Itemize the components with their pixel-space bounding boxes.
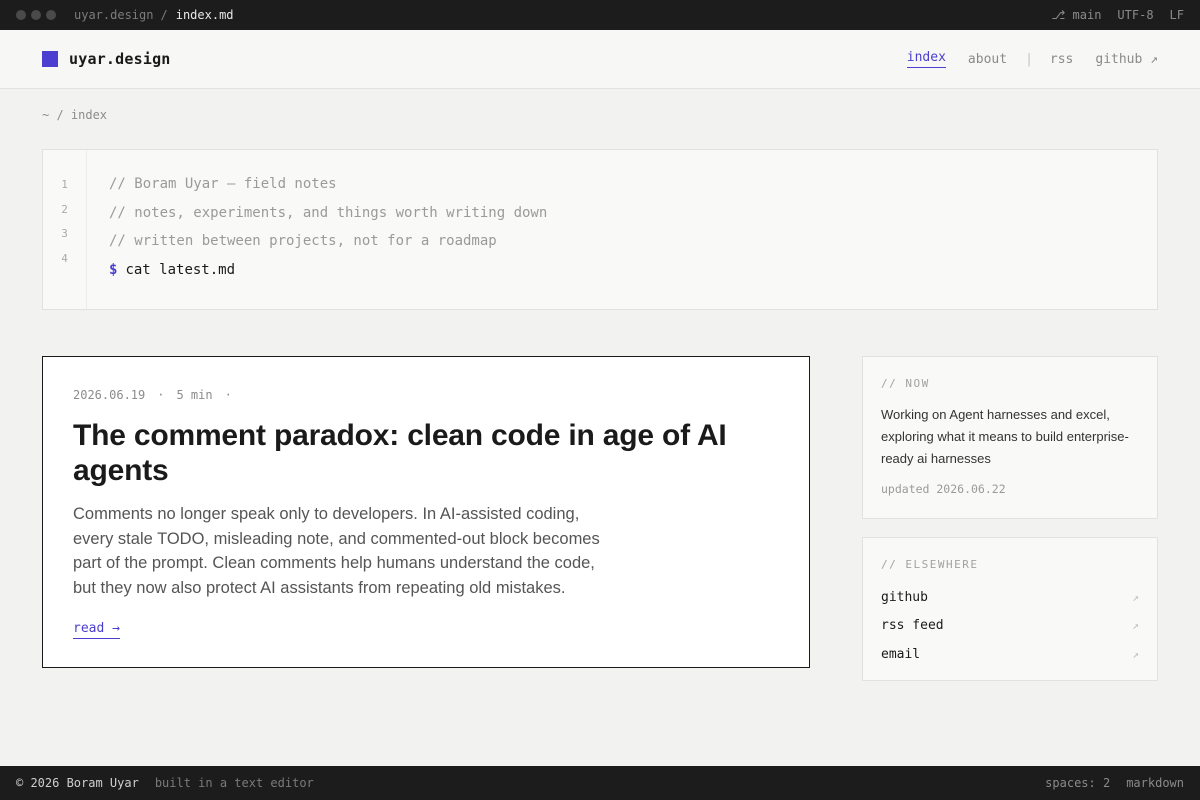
nav-link-rss[interactable]: rss bbox=[1050, 52, 1073, 67]
shell-command: cat latest.md bbox=[125, 262, 236, 279]
footer-built-note: built in a text editor bbox=[154, 776, 314, 790]
code-comment-line: // notes, experiments, and things worth … bbox=[109, 204, 548, 221]
elsewhere-link-github[interactable]: github ↗ bbox=[881, 583, 1139, 612]
line-number-gutter: 1 2 3 4 bbox=[43, 150, 87, 309]
code-comment-line: // Boram Uyar — field notes bbox=[109, 176, 337, 192]
now-panel-label: // NOW bbox=[881, 377, 930, 390]
now-panel: // NOW Working on Agent harnesses and ex… bbox=[862, 356, 1158, 519]
status-bar: © 2026 Boram Uyar built in a text editor… bbox=[0, 766, 1200, 800]
nav-divider: | bbox=[1025, 51, 1033, 67]
window-controls bbox=[16, 10, 56, 20]
breadcrumb: ~ / index bbox=[42, 108, 108, 122]
article-meta: 2026.06.19 · 5 min · bbox=[73, 388, 779, 402]
link-label: github bbox=[881, 589, 928, 605]
line-ending-indicator: LF bbox=[1169, 8, 1184, 22]
nav-link-about[interactable]: about bbox=[968, 52, 1007, 67]
window-close-dot[interactable] bbox=[16, 10, 26, 20]
article-excerpt: Comments no longer speak only to develop… bbox=[73, 505, 600, 597]
code-comment-line: // written between projects, not for a r… bbox=[109, 233, 497, 250]
encoding-indicator: UTF-8 bbox=[1117, 8, 1154, 22]
status-bar-right: spaces: 2 markdown bbox=[1045, 776, 1184, 790]
code-command-line: $ cat latest.md bbox=[109, 262, 547, 291]
window-minimize-dot[interactable] bbox=[31, 10, 41, 20]
line-number: 4 bbox=[61, 251, 68, 265]
article-title[interactable]: The comment paradox: clean code in age o… bbox=[73, 418, 733, 488]
logo-square-icon bbox=[42, 51, 58, 67]
intro-code-block: 1 2 3 4 // Boram Uyar — field notes // n… bbox=[42, 149, 1158, 310]
code-lines: // Boram Uyar — field notes // notes, ex… bbox=[87, 150, 547, 309]
article-date: 2026.06.19 bbox=[73, 388, 146, 402]
link-label: email bbox=[881, 646, 921, 662]
link-label: rss feed bbox=[881, 618, 944, 634]
read-more-link[interactable]: read → bbox=[73, 621, 120, 640]
site-logo-text[interactable]: uyar.design bbox=[69, 50, 171, 68]
meta-separator: · bbox=[224, 388, 232, 402]
nav-link-github[interactable]: github ↗ bbox=[1095, 52, 1158, 67]
titlebar-filename: index.md bbox=[175, 8, 234, 22]
line-number: 3 bbox=[61, 227, 68, 241]
branch-indicator: ⎇ main bbox=[1051, 8, 1101, 22]
article-read-time: 5 min bbox=[176, 388, 213, 402]
article-card[interactable]: 2026.06.19 · 5 min · The comment paradox… bbox=[42, 356, 810, 668]
titlebar-path: uyar.design bbox=[74, 8, 154, 22]
elsewhere-panel-label: // ELSEWHERE bbox=[881, 558, 979, 571]
footer-copyright: © 2026 Boram Uyar bbox=[16, 776, 139, 790]
titlebar-separator: / bbox=[160, 8, 168, 22]
elsewhere-panel: // ELSEWHERE github ↗ rss feed ↗ email ↗ bbox=[862, 537, 1158, 681]
now-panel-updated: updated 2026.06.22 bbox=[881, 482, 1006, 496]
nav-link-index[interactable]: index bbox=[906, 50, 946, 68]
indentation-indicator[interactable]: spaces: 2 bbox=[1045, 776, 1110, 790]
external-arrow-icon: ↗ bbox=[1132, 590, 1139, 604]
elsewhere-link-email[interactable]: email ↗ bbox=[881, 640, 1139, 669]
main-nav: index about | rss github ↗ bbox=[906, 50, 1158, 68]
external-arrow-icon: ↗ bbox=[1132, 619, 1139, 633]
site-header: uyar.design index about | rss github ↗ bbox=[0, 30, 1200, 89]
shell-prompt-symbol: $ bbox=[109, 262, 118, 279]
branch-name: main bbox=[1072, 8, 1102, 22]
language-mode-indicator[interactable]: markdown bbox=[1126, 776, 1184, 790]
branch-icon: ⎇ bbox=[1051, 8, 1066, 22]
meta-separator: · bbox=[157, 388, 165, 402]
titlebar-status: ⎇ main UTF-8 LF bbox=[1051, 8, 1184, 22]
elsewhere-link-rss[interactable]: rss feed ↗ bbox=[881, 612, 1139, 641]
elsewhere-links: github ↗ rss feed ↗ email ↗ bbox=[881, 583, 1139, 669]
now-panel-text: Working on Agent harnesses and excel, ex… bbox=[881, 407, 1129, 466]
line-number: 1 bbox=[61, 178, 68, 191]
editor-title-bar: uyar.design / index.md ⎇ main UTF-8 LF bbox=[0, 0, 1200, 30]
line-number: 2 bbox=[61, 202, 68, 216]
window-maximize-dot[interactable] bbox=[46, 10, 56, 20]
external-arrow-icon: ↗ bbox=[1132, 647, 1139, 661]
